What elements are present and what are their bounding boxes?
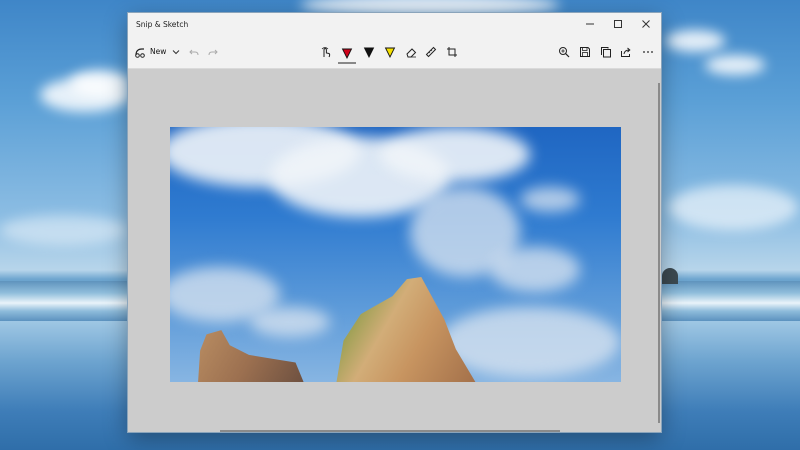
copy-button[interactable] <box>598 43 614 60</box>
snip-cloud <box>440 307 620 377</box>
more-options-button[interactable] <box>640 43 656 60</box>
zoom-icon <box>559 46 570 57</box>
wallpaper-cloud <box>705 55 765 75</box>
pencil-icon <box>363 47 375 58</box>
ballpoint-pen-icon <box>341 48 353 59</box>
undo-icon <box>189 49 199 55</box>
crop-button[interactable] <box>444 43 460 60</box>
snip-cloud <box>490 247 580 292</box>
maximize-button[interactable] <box>607 13 629 35</box>
touch-writing-button[interactable] <box>318 43 334 60</box>
close-button[interactable] <box>635 13 657 35</box>
highlighter-button[interactable] <box>381 43 399 60</box>
eraser-button[interactable] <box>403 43 419 60</box>
wallpaper-rock <box>662 268 678 284</box>
wallpaper-cloud <box>668 185 798 230</box>
zoom-button[interactable] <box>556 43 572 60</box>
share-icon <box>621 47 631 57</box>
snip-cloud <box>380 127 530 182</box>
vertical-scrollbar[interactable] <box>658 83 660 423</box>
more-icon <box>643 50 653 53</box>
title-bar[interactable]: Snip & Sketch <box>128 13 661 35</box>
wallpaper-cloud <box>0 215 128 245</box>
minimize-icon <box>586 23 594 25</box>
snip-cloud <box>250 307 330 337</box>
wallpaper-cloud <box>70 70 130 96</box>
wallpaper-cloud <box>665 30 725 52</box>
ballpoint-pen-button[interactable] <box>338 43 356 64</box>
toolbar: New <box>128 35 661 69</box>
redo-button[interactable] <box>206 43 220 60</box>
new-snip-icon <box>135 47 145 58</box>
save-icon <box>580 46 590 57</box>
pencil-button[interactable] <box>360 43 378 60</box>
new-options-dropdown[interactable] <box>170 43 182 60</box>
crop-icon <box>447 46 457 57</box>
new-button-label: New <box>150 47 167 56</box>
chevron-down-icon <box>172 49 180 54</box>
share-button[interactable] <box>618 43 634 60</box>
ruler-button[interactable] <box>423 43 439 60</box>
redo-icon <box>208 49 218 55</box>
touch-writing-icon <box>321 46 331 57</box>
minimize-button[interactable] <box>579 13 601 35</box>
close-icon <box>642 20 650 28</box>
ruler-icon <box>425 46 437 57</box>
copy-icon <box>601 46 611 57</box>
highlighter-icon <box>384 47 396 58</box>
undo-button[interactable] <box>187 43 201 60</box>
eraser-icon <box>406 47 417 57</box>
snip-sketch-window: Snip & Sketch New <box>128 13 661 432</box>
horizontal-scrollbar[interactable] <box>220 430 560 432</box>
save-button[interactable] <box>577 43 593 60</box>
window-title: Snip & Sketch <box>136 19 189 29</box>
snip-cloud <box>520 187 580 212</box>
captured-snip-image[interactable] <box>170 127 621 382</box>
maximize-icon <box>614 20 622 28</box>
canvas-area[interactable] <box>128 69 661 432</box>
new-button[interactable]: New <box>134 43 166 60</box>
